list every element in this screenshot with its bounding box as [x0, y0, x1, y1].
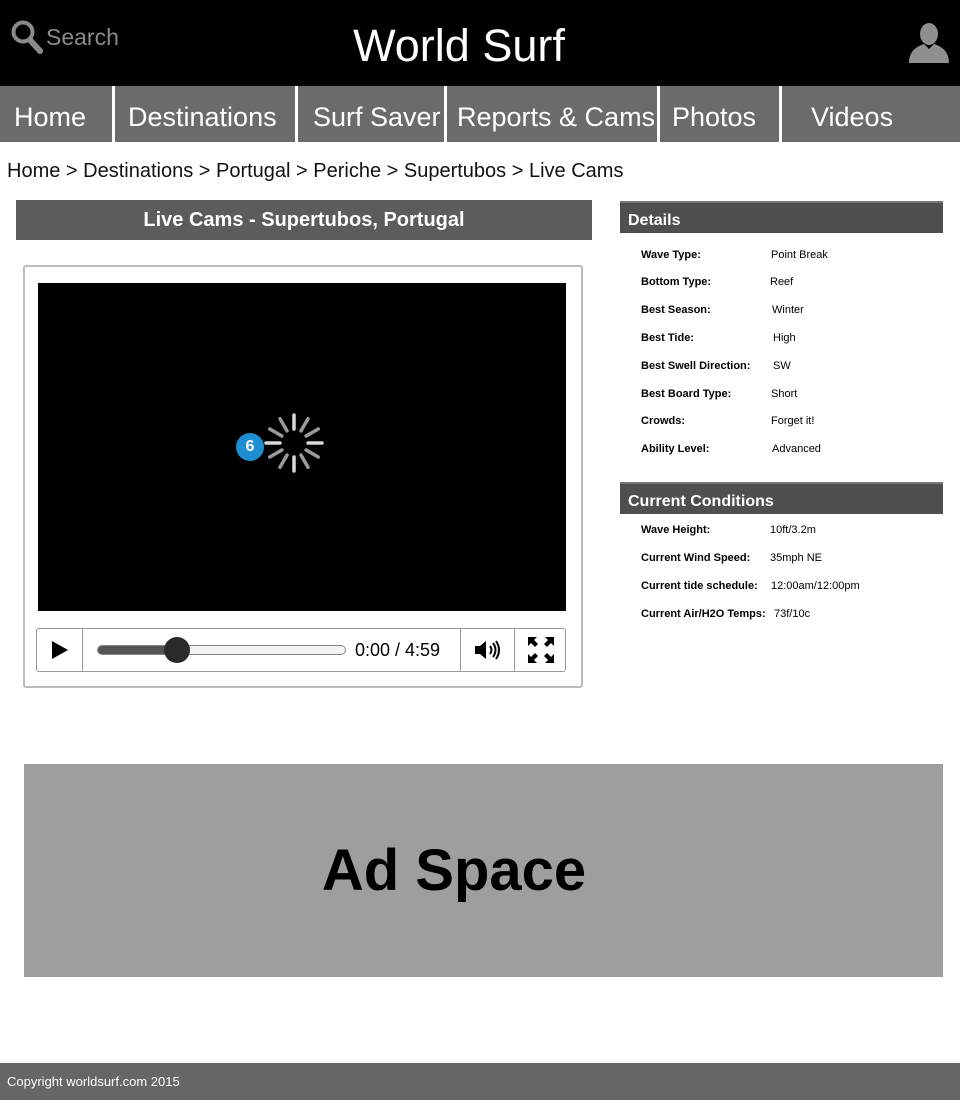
details-row: Crowds: Forget it! — [641, 414, 814, 428]
nav-home[interactable]: Home — [14, 86, 86, 142]
details-row: Best Swell Direction: SW — [641, 359, 791, 373]
spinner-spoke — [304, 448, 320, 459]
spinner-spoke — [304, 427, 320, 438]
time-display: 0:00 / 4:59 — [355, 640, 441, 660]
nav-destinations[interactable]: Destinations — [128, 86, 277, 142]
details-row: Best Tide: High — [641, 331, 796, 345]
conditions-row: Current Air/H2O Temps: 73f/10c — [641, 607, 810, 621]
loading-spinner-icon — [264, 413, 324, 473]
conditions-row: Wave Height: 10ft/3.2m — [641, 523, 816, 537]
spinner-spoke — [268, 427, 284, 438]
details-label: Ability Level: — [641, 443, 710, 455]
site-header: Search World Surf — [0, 0, 960, 86]
nav-divider — [657, 86, 660, 142]
details-label: Best Board Type: — [641, 388, 732, 400]
details-row: Best Season: Winter — [641, 303, 804, 317]
conditions-label: Wave Height: — [641, 524, 711, 536]
nav-divider — [779, 86, 782, 142]
nav-divider — [112, 86, 115, 142]
details-value: SW — [773, 360, 791, 372]
main-nav: Home Destinations Surf Saver Reports & C… — [0, 86, 960, 142]
nav-divider — [444, 86, 447, 142]
footer: Copyright worldsurf.com 2015 — [0, 1063, 960, 1100]
conditions-value: 35mph NE — [770, 552, 822, 564]
details-label: Bottom Type: — [641, 276, 712, 288]
fullscreen-button[interactable] — [516, 629, 566, 671]
fullscreen-icon — [528, 637, 554, 663]
details-label: Best Tide: — [641, 332, 694, 344]
video-player: 6 0:00 / 4:59 — [23, 265, 583, 688]
spinner-spoke — [268, 448, 284, 459]
details-label: Wave Type: — [641, 249, 701, 261]
details-label: Best Swell Direction: — [641, 360, 751, 372]
details-row: Wave Type: Point Break — [641, 248, 828, 262]
ad-label: Ad Space — [321, 838, 587, 903]
spinner-spoke — [299, 417, 310, 433]
volume-button[interactable] — [461, 629, 515, 671]
details-row: Ability Level: Advanced — [641, 442, 821, 456]
spinner-spoke — [278, 453, 289, 469]
copyright-text: Copyright worldsurf.com 2015 — [7, 1074, 180, 1089]
details-value: High — [773, 332, 796, 344]
play-icon — [52, 641, 68, 659]
details-heading: Details — [620, 201, 943, 233]
nav-photos[interactable]: Photos — [672, 86, 756, 142]
seek-bar[interactable] — [97, 637, 346, 663]
details-label: Best Season: — [641, 304, 711, 316]
conditions-label: Current Air/H2O Temps: — [641, 608, 766, 620]
nav-divider — [295, 86, 298, 142]
control-divider — [514, 629, 515, 671]
nav-videos[interactable]: Videos — [811, 86, 893, 142]
spinner-spoke — [278, 417, 289, 433]
details-value: Reef — [770, 276, 794, 288]
details-value: Advanced — [772, 443, 821, 455]
spinner-spoke — [299, 453, 310, 469]
details-label: Crowds: — [641, 415, 685, 427]
nav-surf-saver[interactable]: Surf Saver — [313, 86, 441, 142]
details-value: Forget it! — [771, 415, 815, 427]
site-title[interactable]: World Surf — [0, 18, 918, 74]
conditions-value: 73f/10c — [774, 608, 811, 620]
seek-handle[interactable] — [164, 637, 191, 663]
details-value: Point Break — [771, 249, 828, 261]
breadcrumb[interactable]: Home > Destinations > Portugal > Periche… — [7, 156, 623, 186]
details-row: Best Board Type: Short — [641, 387, 797, 401]
conditions-heading: Current Conditions — [620, 482, 943, 514]
page-title: Live Cams - Supertubos, Portugal — [16, 200, 592, 240]
ad-space[interactable]: Ad Space — [24, 764, 943, 977]
conditions-label: Current Wind Speed: — [641, 552, 751, 564]
video-screen[interactable]: 6 — [38, 283, 566, 611]
conditions-value: 10ft/3.2m — [770, 524, 816, 536]
conditions-row: Current Wind Speed: 35mph NE — [641, 551, 822, 565]
play-button[interactable] — [37, 629, 83, 671]
annotation-badge: 6 — [236, 433, 264, 461]
details-row: Bottom Type: Reef — [641, 275, 793, 289]
details-value: Winter — [772, 304, 804, 316]
conditions-label: Current tide schedule: — [641, 580, 758, 592]
conditions-row: Current tide schedule: 12:00am/12:00pm — [641, 579, 860, 593]
conditions-value: 12:00am/12:00pm — [771, 580, 860, 592]
player-controls: 0:00 / 4:59 — [36, 628, 566, 672]
control-divider — [82, 629, 83, 671]
volume-icon — [475, 640, 500, 660]
user-icon[interactable] — [906, 22, 952, 69]
details-value: Short — [771, 388, 798, 400]
nav-reports-cams[interactable]: Reports & Cams — [457, 86, 655, 142]
